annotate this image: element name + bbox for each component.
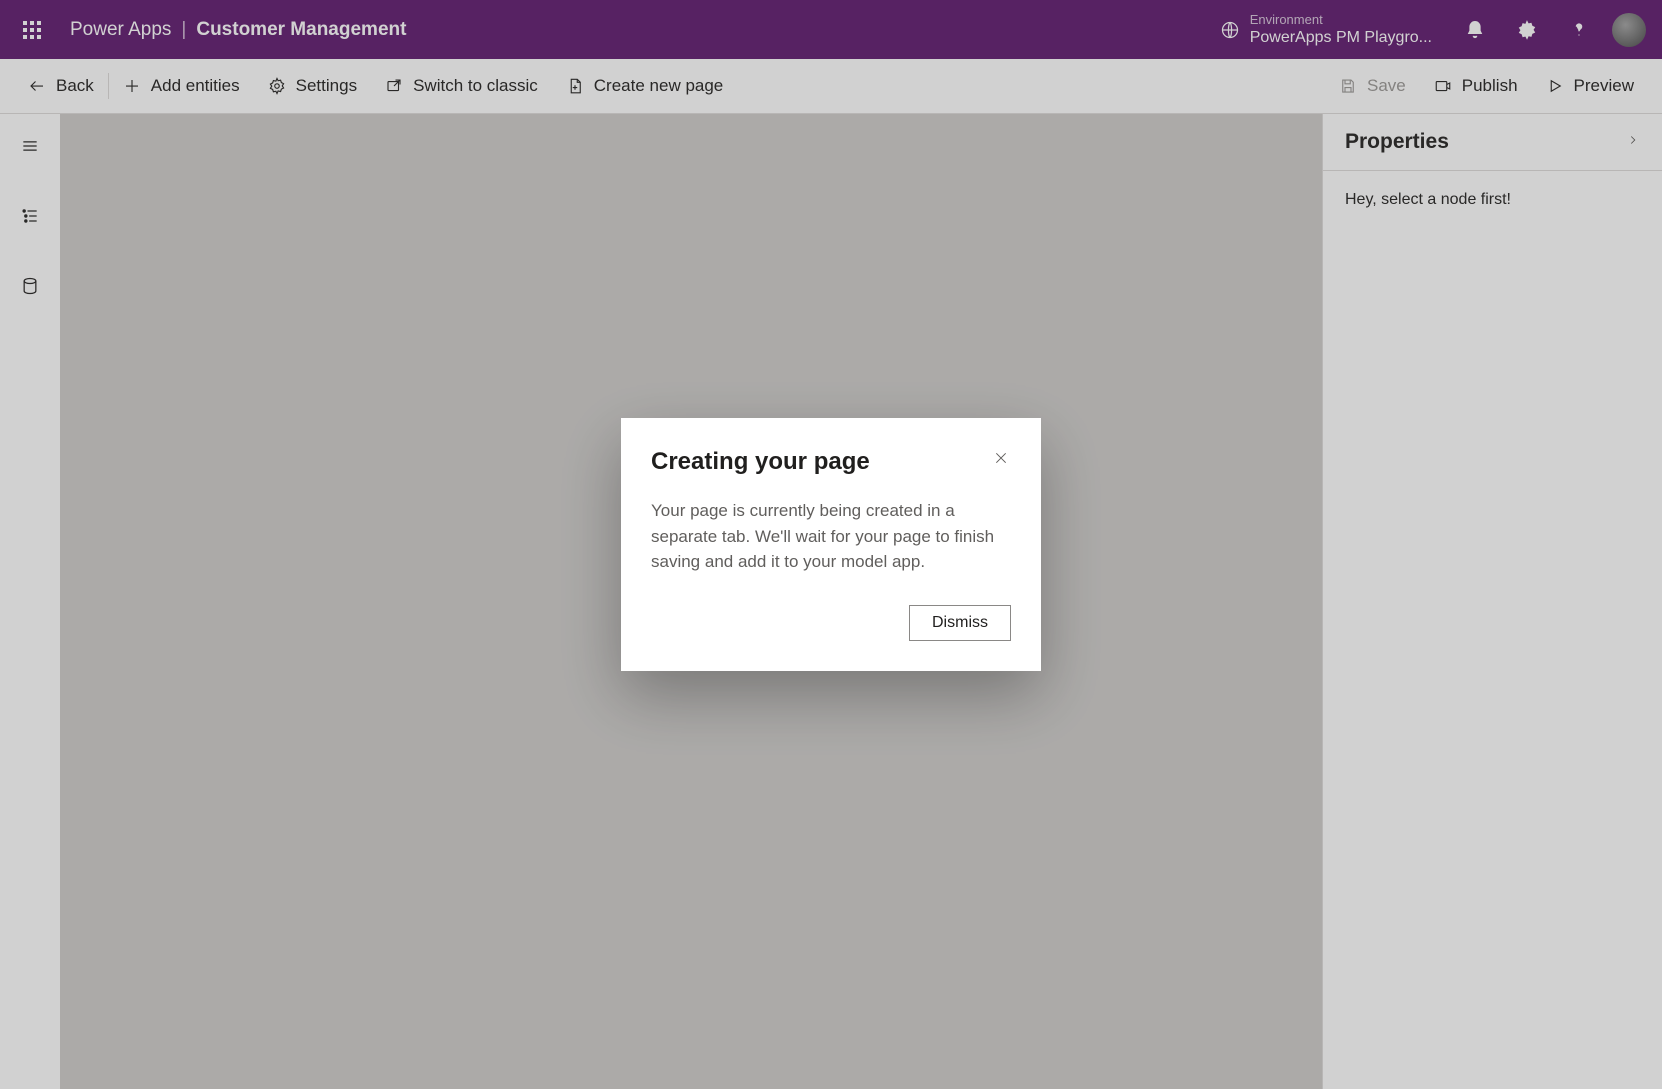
dialog-actions: Dismiss: [651, 605, 1011, 641]
dialog-body: Your page is currently being created in …: [651, 498, 1011, 575]
dismiss-button[interactable]: Dismiss: [909, 605, 1011, 641]
close-icon: [993, 450, 1009, 466]
modal-overlay: Creating your page Your page is currentl…: [0, 0, 1662, 1089]
dialog-header: Creating your page: [651, 448, 1011, 476]
dialog-close-button[interactable]: [991, 448, 1011, 473]
creating-page-dialog: Creating your page Your page is currentl…: [621, 418, 1041, 671]
dialog-title: Creating your page: [651, 448, 870, 476]
